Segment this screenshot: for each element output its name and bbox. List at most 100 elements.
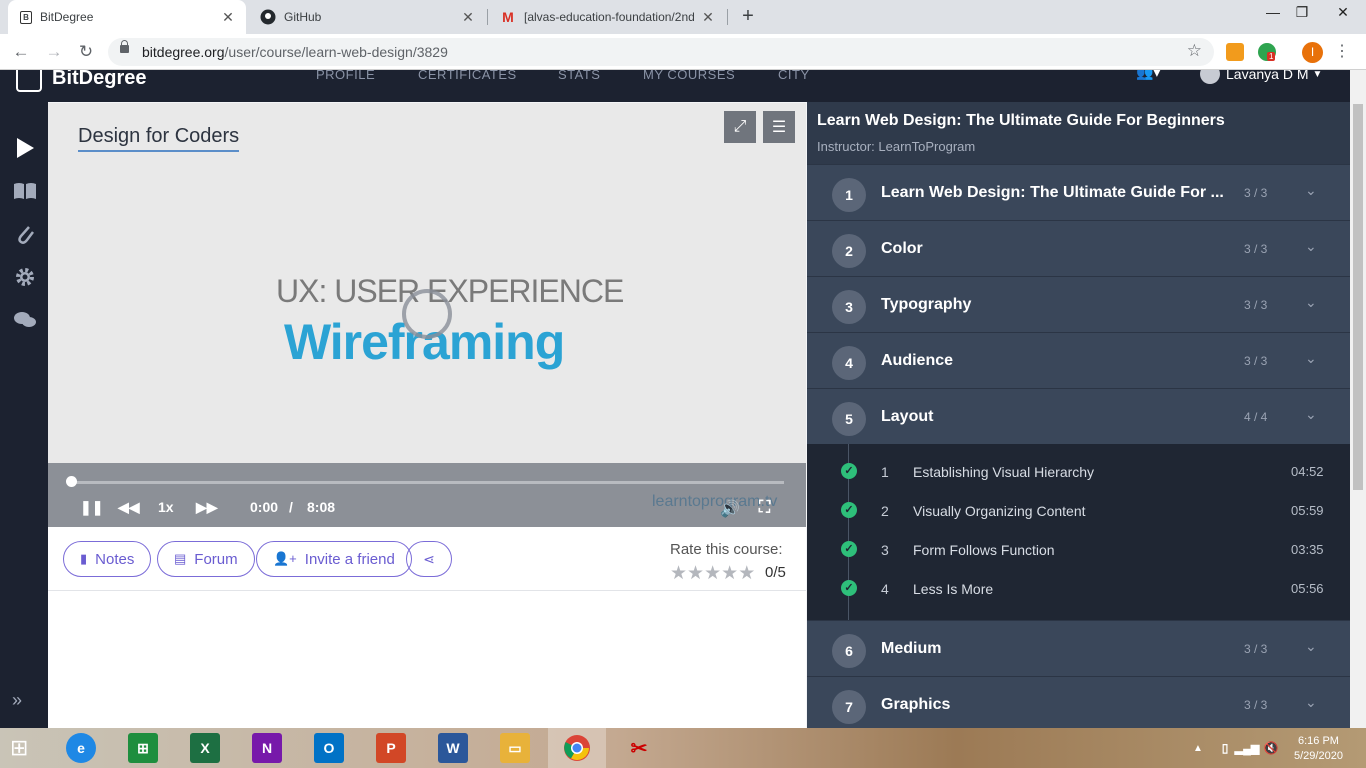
chevron-down-icon[interactable]: ⌄ — [1305, 406, 1317, 423]
network-icon[interactable]: ▂▄▆ — [1235, 733, 1260, 763]
tab-gmail[interactable]: M [alvas-education-foundation/2nd ✕ — [488, 0, 726, 34]
show-hidden-icons[interactable]: ▲ — [1190, 733, 1206, 763]
extension-shield-icon[interactable]: 1 — [1258, 43, 1276, 61]
chevron-down-icon[interactable]: ⌄ — [1305, 694, 1317, 711]
maximize-icon[interactable]: ❐ — [1279, 0, 1325, 30]
nav-my-courses[interactable]: MY COURSES — [643, 70, 735, 82]
nav-city[interactable]: CITY — [778, 70, 810, 82]
section-6[interactable]: 6 Medium 3 / 3 ⌄ — [807, 620, 1350, 676]
section-5[interactable]: 5 Layout 4 / 4 ⌄ — [807, 388, 1350, 444]
star-icon[interactable]: ★ — [670, 563, 687, 584]
new-tab-button[interactable]: + — [737, 5, 759, 27]
store-icon[interactable]: ⊞ — [128, 733, 158, 763]
user-avatar — [1200, 70, 1220, 84]
bookmark-star-icon[interactable]: ☆ — [1187, 41, 1202, 61]
check-icon: ✓ — [841, 580, 857, 596]
battery-icon[interactable]: ▯ — [1216, 733, 1234, 763]
book-icon[interactable] — [12, 178, 38, 204]
section-2[interactable]: 2 Color 3 / 3 ⌄ — [807, 220, 1350, 276]
rewind-icon[interactable]: ◀◀ — [118, 499, 140, 516]
rate-label: Rate this course: — [670, 541, 783, 558]
speed-button[interactable]: 1x — [158, 499, 174, 515]
playlist-toggle-icon[interactable]: ☰ — [763, 111, 795, 143]
forum-button[interactable]: ▤ Forum — [157, 541, 255, 577]
star-icon[interactable]: ★ — [704, 563, 721, 584]
chevron-down-icon[interactable]: ⌄ — [1305, 238, 1317, 255]
address-bar[interactable]: bitdegree.org/user/course/learn-web-desi… — [108, 38, 1214, 66]
share-button[interactable]: ⋖ — [406, 541, 452, 577]
volume-muted-icon[interactable]: 🔇 — [1262, 733, 1280, 763]
user-menu[interactable]: Lavanya D M ▼ — [1200, 70, 1322, 84]
section-number: 1 — [832, 178, 866, 212]
chrome-taskbar-button[interactable] — [548, 728, 606, 768]
star-icon[interactable]: ★ — [721, 563, 738, 584]
gear-icon[interactable] — [12, 264, 38, 290]
play-icon[interactable] — [12, 135, 38, 161]
section-progress: 3 / 3 — [1244, 642, 1268, 656]
seek-bar[interactable] — [70, 481, 784, 484]
section-4[interactable]: 4 Audience 3 / 3 ⌄ — [807, 332, 1350, 388]
profile-avatar[interactable]: I — [1302, 42, 1323, 63]
seek-handle[interactable] — [66, 476, 77, 487]
word-icon[interactable]: W — [438, 733, 468, 763]
file-explorer-icon[interactable]: ▭ — [500, 733, 530, 763]
extension-shopping-icon[interactable] — [1226, 43, 1244, 61]
expand-icon[interactable]: ⤢ — [724, 111, 756, 143]
tab-bitdegree[interactable]: B BitDegree ✕ — [8, 0, 246, 34]
notes-button[interactable]: ▮ Notes — [63, 541, 152, 577]
rating-stars[interactable]: ★★★★★ — [670, 562, 755, 585]
excel-icon[interactable]: X — [190, 733, 220, 763]
close-tab-icon[interactable]: ✕ — [460, 9, 476, 26]
video-player[interactable]: Design for Coders ⤢ ☰ UX: USER EXPERIENC… — [48, 103, 806, 495]
lesson-name: Less Is More — [913, 581, 994, 597]
chat-icon[interactable] — [12, 307, 38, 333]
friends-icon[interactable]: 👥▾ — [1136, 70, 1160, 81]
check-icon: ✓ — [841, 502, 857, 518]
scrollbar-thumb[interactable] — [1353, 104, 1363, 490]
lesson-item[interactable]: ✓ 4 Less Is More 05:56 — [807, 571, 1350, 610]
star-icon[interactable]: ★ — [687, 563, 704, 584]
paperclip-icon[interactable] — [12, 221, 38, 247]
nav-certificates[interactable]: CERTIFICATES — [418, 70, 517, 82]
onenote-icon[interactable]: N — [252, 733, 282, 763]
windows-start-icon[interactable]: ⊞ — [10, 736, 38, 760]
snipping-tool-icon[interactable]: ✂ — [624, 733, 654, 763]
lesson-item[interactable]: ✓ 2 Visually Organizing Content 05:59 — [807, 493, 1350, 532]
invite-friend-button[interactable]: 👤+ Invite a friend — [256, 541, 412, 577]
internet-explorer-icon[interactable]: e — [66, 733, 96, 763]
powerpoint-icon[interactable]: P — [376, 733, 406, 763]
pause-icon[interactable]: ❚❚ — [80, 499, 103, 516]
close-tab-icon[interactable]: ✕ — [220, 9, 236, 26]
section-3[interactable]: 3 Typography 3 / 3 ⌄ — [807, 276, 1350, 332]
lesson-item[interactable]: ✓ 3 Form Follows Function 03:35 — [807, 532, 1350, 571]
section-7[interactable]: 7 Graphics 3 / 3 ⌄ — [807, 676, 1350, 728]
forward-icon[interactable]: ▶▶ — [196, 499, 218, 516]
url-text: bitdegree.org/user/course/learn-web-desi… — [142, 44, 448, 60]
tab-github[interactable]: GitHub ✕ — [248, 0, 486, 34]
menu-kebab-icon[interactable]: ⋮ — [1334, 41, 1350, 61]
system-clock[interactable]: 6:16 PM 5/29/2020 — [1294, 734, 1343, 764]
section-progress: 3 / 3 — [1244, 298, 1268, 312]
back-icon[interactable]: ← — [10, 41, 32, 63]
nav-stats[interactable]: STATS — [558, 70, 600, 82]
fullscreen-icon[interactable]: ⛶ — [759, 499, 770, 517]
expand-sidebar-icon[interactable]: » — [12, 690, 22, 711]
forward-icon[interactable]: → — [43, 41, 65, 63]
volume-icon[interactable]: 🔊 — [720, 499, 740, 519]
course-outline: Learn Web Design: The Ultimate Guide For… — [807, 102, 1350, 728]
close-tab-icon[interactable]: ✕ — [700, 9, 716, 26]
section-1[interactable]: 1 Learn Web Design: The Ultimate Guide F… — [807, 164, 1350, 220]
chevron-down-icon[interactable]: ⌄ — [1305, 294, 1317, 311]
chevron-down-icon[interactable]: ⌄ — [1305, 638, 1317, 655]
chevron-down-icon[interactable]: ⌄ — [1305, 350, 1317, 367]
page-scrollbar[interactable] — [1350, 70, 1366, 728]
reload-icon[interactable]: ↻ — [75, 41, 97, 63]
nav-profile[interactable]: PROFILE — [316, 70, 375, 82]
lesson-duration: 05:56 — [1291, 581, 1324, 596]
lesson-item[interactable]: ✓ 1 Establishing Visual Hierarchy 04:52 — [807, 454, 1350, 493]
outlook-icon[interactable]: O — [314, 733, 344, 763]
close-window-icon[interactable]: ✕ — [1320, 0, 1366, 30]
site-logo[interactable]: BitDegree — [16, 70, 146, 92]
chevron-down-icon[interactable]: ⌄ — [1305, 182, 1317, 199]
star-icon[interactable]: ★ — [738, 563, 755, 584]
